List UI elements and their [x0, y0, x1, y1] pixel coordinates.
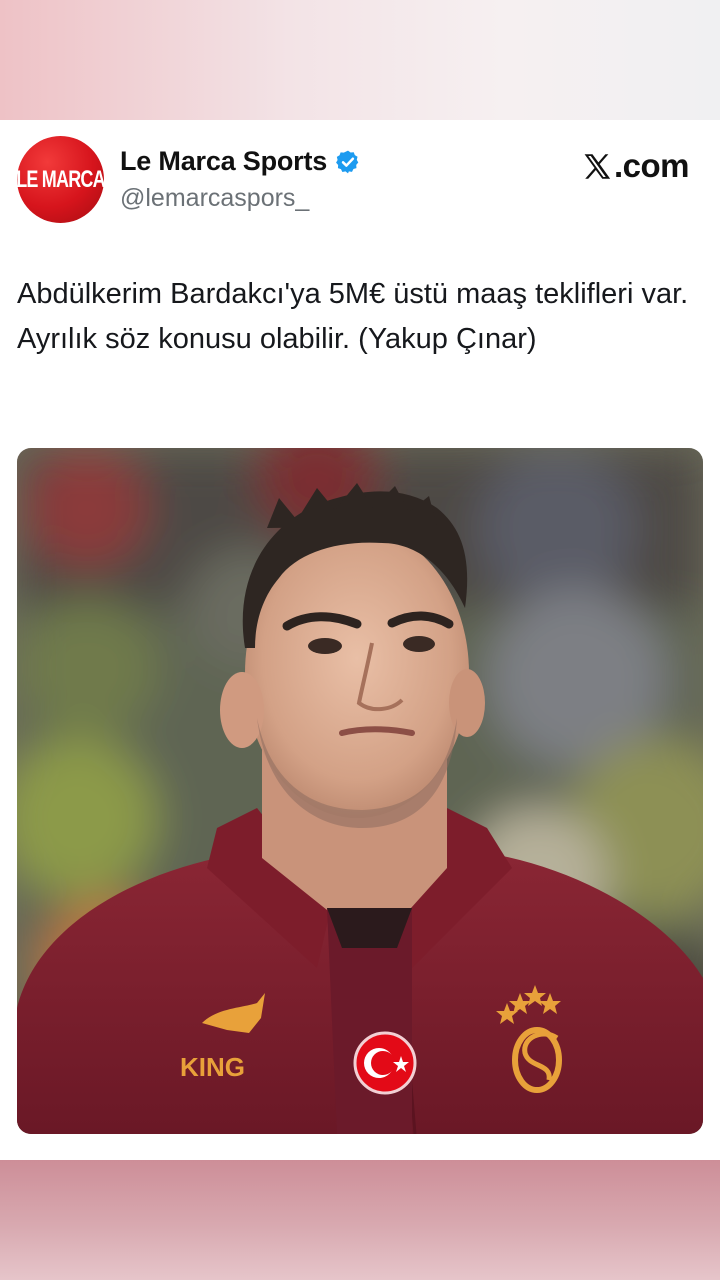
source-label: .com [613, 147, 690, 184]
top-blur-band [0, 0, 720, 120]
source-xcom[interactable]: .com [582, 147, 690, 185]
x-logo-icon [582, 151, 613, 182]
verified-badge-icon [335, 149, 361, 175]
post-text: Abdülkerim Bardakcı'ya 5M€ üstü maaş tek… [17, 278, 689, 355]
post-card: LE MARCA Le Marca Sports @lemarcaspors_ … [0, 120, 720, 1160]
bottom-blur-band [0, 1160, 720, 1280]
author-handle[interactable]: @lemarcaspors_ [120, 184, 309, 213]
player-photo-illustration: KING [17, 448, 703, 1134]
sponsor-text: KING [180, 1052, 245, 1082]
avatar-logo-text: LE MARCA [16, 165, 105, 193]
post-photo[interactable]: KING [17, 448, 703, 1134]
avatar[interactable]: LE MARCA [16, 136, 106, 223]
author-name-row[interactable]: Le Marca Sports [120, 146, 361, 177]
author-display-name: Le Marca Sports [120, 146, 328, 176]
